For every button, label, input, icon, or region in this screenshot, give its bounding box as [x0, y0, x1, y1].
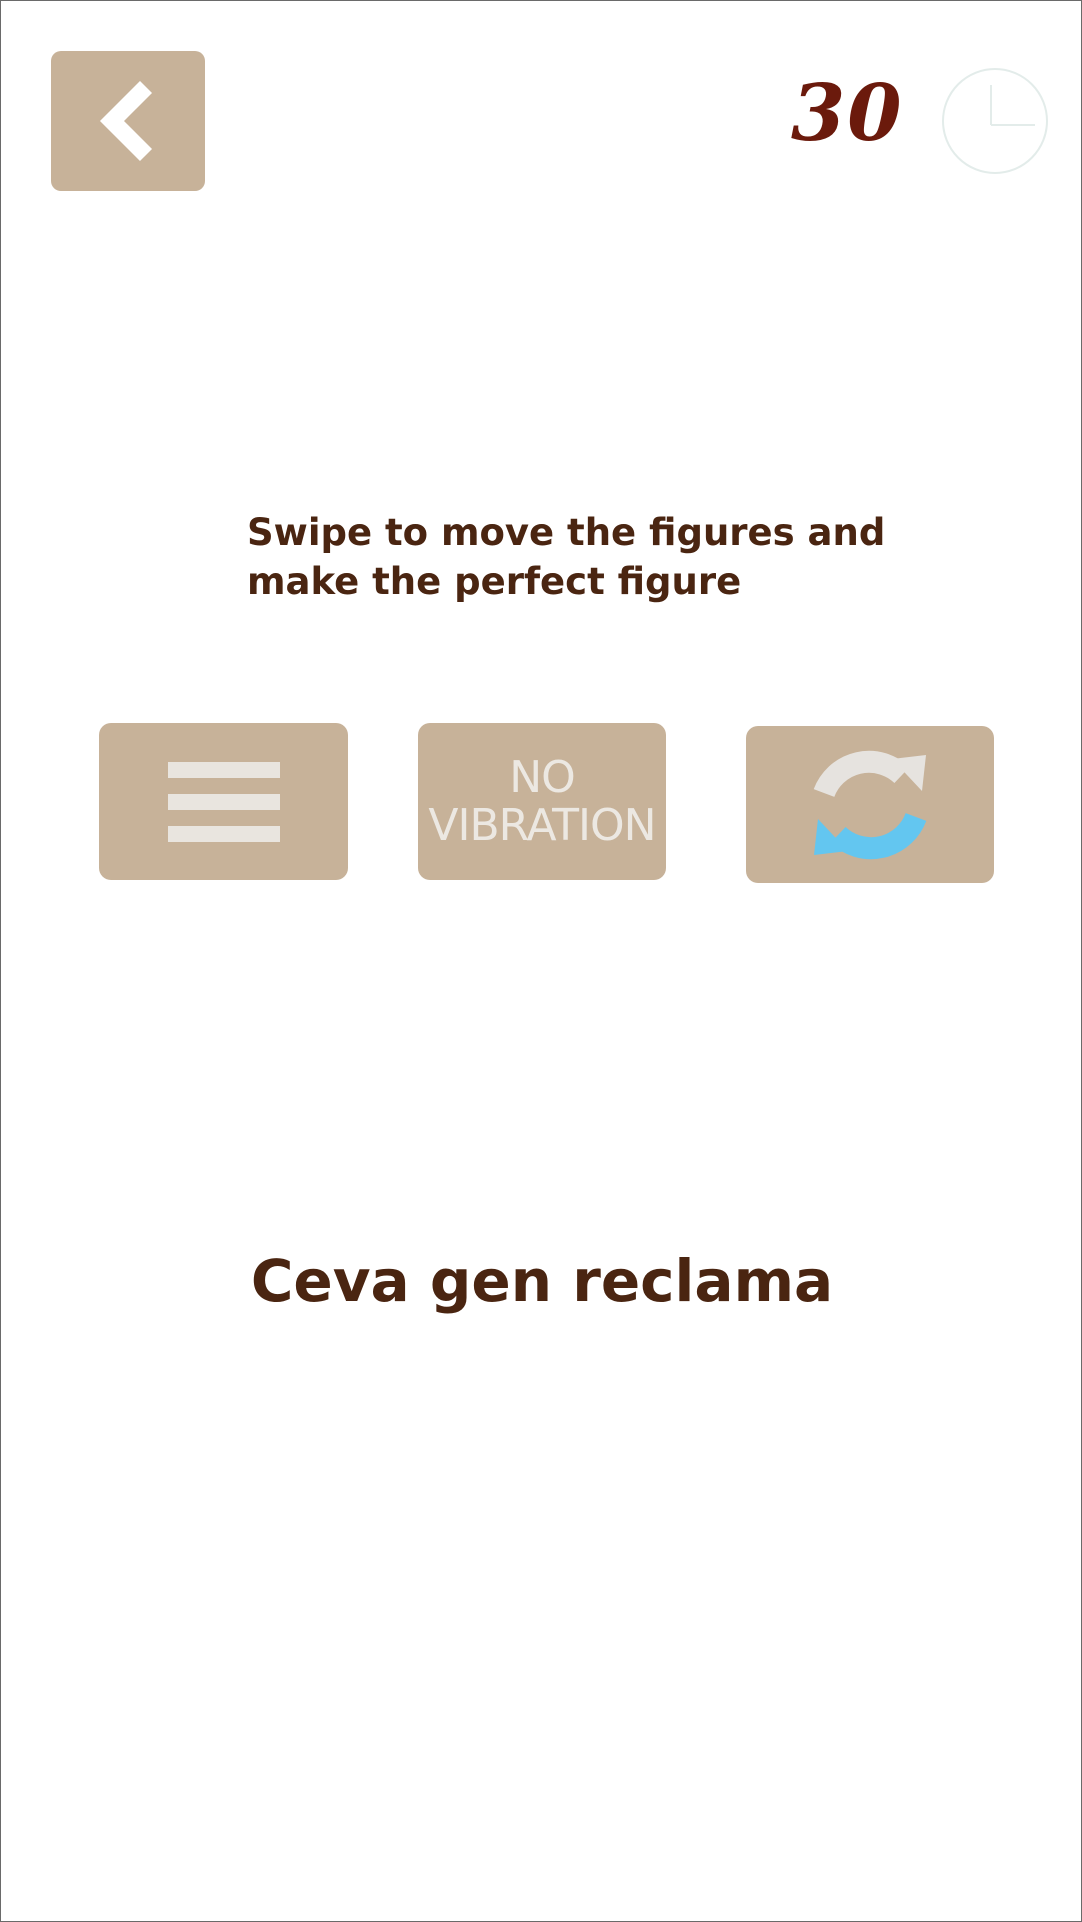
instructions-text: Swipe to move the figures and make the p…: [247, 508, 887, 606]
instructions-line-2: make the perfect figure: [247, 560, 742, 603]
restart-button[interactable]: [746, 726, 994, 883]
vibration-label-line-2: VIBRATION: [428, 799, 656, 851]
hamburger-menu-icon: [167, 761, 280, 842]
chevron-left-icon: [99, 81, 153, 161]
game-screen: 30 Swipe to move the figures and make th…: [0, 0, 1082, 1922]
back-button[interactable]: [51, 51, 205, 191]
vibration-toggle-button[interactable]: NO VIBRATION: [418, 723, 666, 880]
ad-banner-text: Ceva gen reclama: [250, 1247, 834, 1315]
timer-value: 30: [791, 68, 904, 159]
vibration-label-line-1: NO: [509, 751, 576, 803]
refresh-icon: [813, 750, 927, 859]
menu-button[interactable]: [99, 723, 348, 880]
clock-icon: [942, 68, 1048, 174]
instructions-line-1: Swipe to move the figures and: [247, 511, 886, 554]
